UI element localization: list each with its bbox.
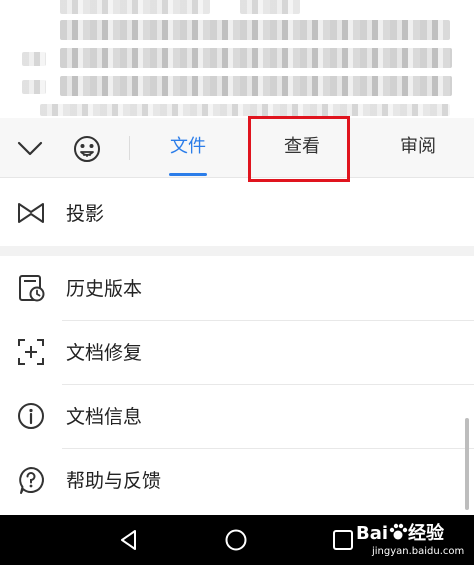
scrollbar[interactable] [465,418,469,510]
info-icon [16,401,46,431]
collapse-chevron-icon[interactable] [14,134,46,162]
back-icon[interactable] [116,527,142,553]
help-feedback-icon [16,465,46,495]
tab-file[interactable]: 文件 [150,118,226,178]
blurred-text-line [60,20,450,40]
doc-repair-icon [16,337,46,367]
watermark-url: jingyan.baidu.com [372,546,465,557]
paw-icon [389,523,408,540]
tab-review[interactable]: 审阅 [380,118,456,178]
menu-item-label: 投影 [66,203,105,225]
tab-view-label: 查看 [284,136,320,157]
blurred-text-line [40,104,450,116]
projection-icon [16,198,46,228]
baidu-jingyan-watermark: Bai 经验 jingyan.baidu.com [356,517,474,563]
blurred-text-line [22,52,46,66]
watermark-brand: Bai 经验 [356,523,445,544]
document-preview [0,0,474,118]
tab-file-label: 文件 [170,136,206,157]
menu-item-history-version[interactable]: 历史版本 [0,257,474,321]
menu-item-label: 历史版本 [66,278,143,300]
section-gap [0,246,474,256]
tab-view[interactable]: 查看 [264,118,340,178]
menu-item-projection[interactable]: 投影 [0,182,474,246]
blurred-text-line [60,0,210,14]
active-tab-indicator [169,173,207,176]
tab-review-label: 审阅 [400,136,436,157]
blurred-text-line [60,48,452,68]
menu-item-doc-repair[interactable]: 文档修复 [0,321,474,385]
tab-toolbar: 文件 查看 审阅 [0,118,474,178]
menu-item-label: 文档修复 [66,342,143,364]
blurred-text-line [60,76,452,96]
blurred-text-line [240,0,300,14]
home-icon[interactable] [223,527,249,553]
toolbar-divider [129,136,130,160]
history-version-icon [16,273,46,303]
recent-apps-icon[interactable] [330,527,356,553]
smiley-face-icon[interactable] [70,132,104,166]
menu-item-label: 文档信息 [66,406,143,428]
menu-item-label: 帮助与反馈 [66,470,162,492]
blurred-text-line [22,80,46,94]
menu-item-doc-info[interactable]: 文档信息 [0,385,474,449]
menu-item-help-feedback[interactable]: 帮助与反馈 [0,449,474,513]
